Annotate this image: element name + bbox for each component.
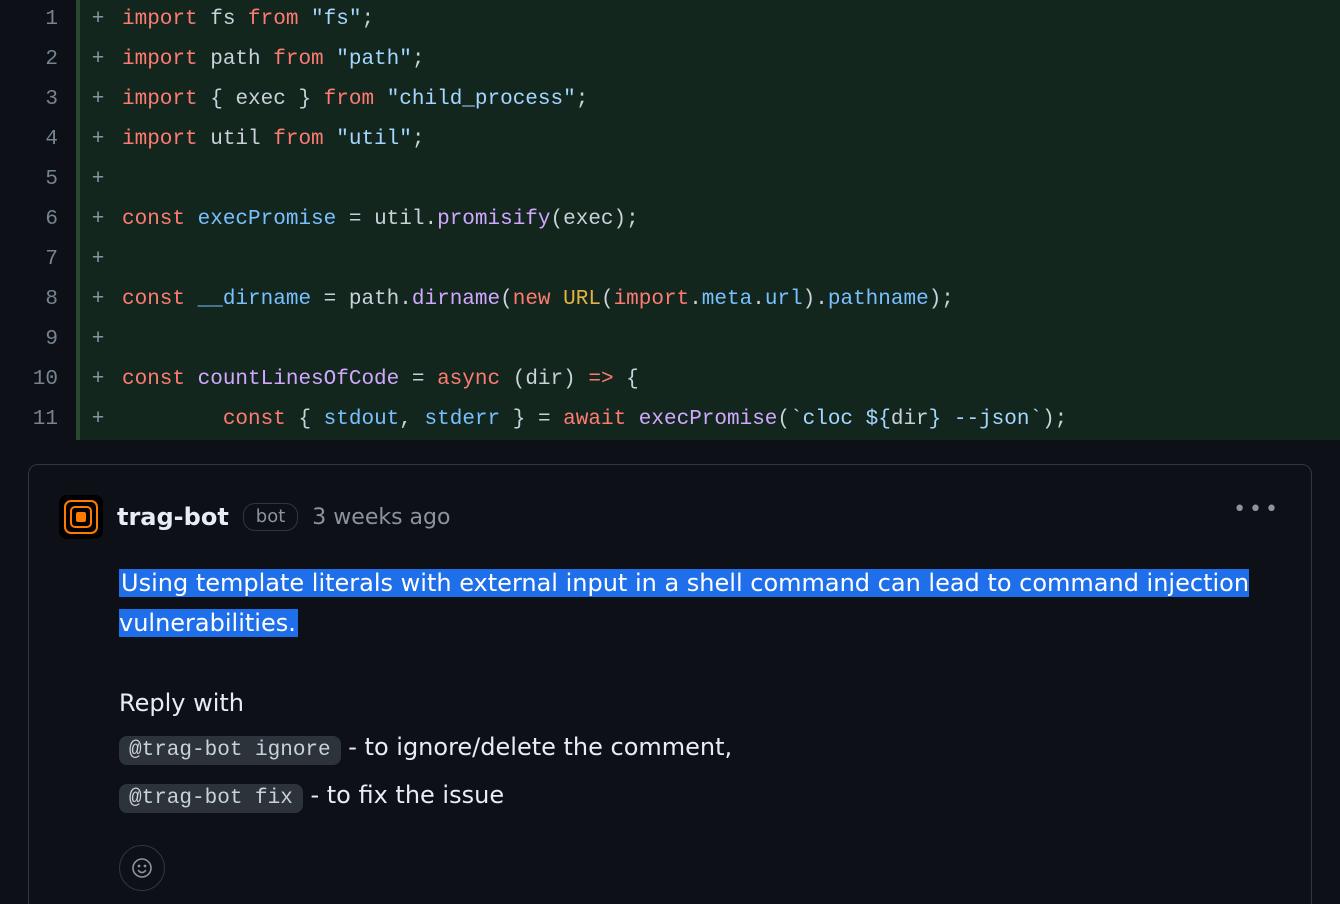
- code-content: import fs from "fs";: [116, 0, 1340, 40]
- diff-marker: +: [80, 240, 116, 280]
- code-content: [116, 320, 1340, 360]
- line-number: 5: [0, 160, 80, 200]
- code-content: const countLinesOfCode = async (dir) => …: [116, 360, 1340, 400]
- review-comment: trag-bot bot 3 weeks ago ••• Using templ…: [28, 464, 1312, 904]
- code-line[interactable]: 11+ const { stdout, stderr } = await exe…: [0, 400, 1340, 440]
- comment-timestamp[interactable]: 3 weeks ago: [312, 505, 450, 530]
- diff-block: 1+import fs from "fs";2+import path from…: [0, 0, 1340, 440]
- comment-actions-menu[interactable]: •••: [1233, 497, 1281, 522]
- reply-with-label: Reply with: [119, 683, 1281, 723]
- diff-marker: +: [80, 320, 116, 360]
- code-content: const __dirname = path.dirname(new URL(i…: [116, 280, 1340, 320]
- code-content: const execPromise = util.promisify(exec)…: [116, 200, 1340, 240]
- comment-main-text: Using template literals with external in…: [119, 563, 1281, 643]
- code-line[interactable]: 8+const __dirname = path.dirname(new URL…: [0, 280, 1340, 320]
- code-content: import util from "util";: [116, 120, 1340, 160]
- comment-header: trag-bot bot 3 weeks ago: [59, 495, 1281, 539]
- line-number: 9: [0, 320, 80, 360]
- diff-marker: +: [80, 280, 116, 320]
- comment-author[interactable]: trag-bot: [117, 503, 229, 531]
- diff-marker: +: [80, 160, 116, 200]
- line-number: 11: [0, 400, 80, 440]
- reply-command-code: @trag-bot fix: [119, 784, 303, 813]
- diff-marker: +: [80, 400, 116, 440]
- comment-body: Using template literals with external in…: [119, 563, 1281, 891]
- diff-marker: +: [80, 40, 116, 80]
- code-content: [116, 160, 1340, 200]
- reply-command-code: @trag-bot ignore: [119, 736, 341, 765]
- diff-marker: +: [80, 200, 116, 240]
- diff-marker: +: [80, 360, 116, 400]
- reply-command-desc: - to ignore/delete the comment,: [341, 733, 733, 761]
- code-content: import path from "path";: [116, 40, 1340, 80]
- reply-action-line: @trag-bot ignore - to ignore/delete the …: [119, 727, 1281, 771]
- diff-marker: +: [80, 0, 116, 40]
- code-line[interactable]: 3+import { exec } from "child_process";: [0, 80, 1340, 120]
- line-number: 1: [0, 0, 80, 40]
- bot-badge: bot: [243, 503, 299, 531]
- avatar[interactable]: [59, 495, 103, 539]
- code-line[interactable]: 10+const countLinesOfCode = async (dir) …: [0, 360, 1340, 400]
- code-content: [116, 240, 1340, 280]
- code-line[interactable]: 9+: [0, 320, 1340, 360]
- code-line[interactable]: 4+import util from "util";: [0, 120, 1340, 160]
- line-number: 4: [0, 120, 80, 160]
- code-line[interactable]: 5+: [0, 160, 1340, 200]
- add-reaction-button[interactable]: [119, 845, 165, 891]
- code-line[interactable]: 1+import fs from "fs";: [0, 0, 1340, 40]
- line-number: 8: [0, 280, 80, 320]
- reply-action-line: @trag-bot fix - to fix the issue: [119, 775, 1281, 819]
- line-number: 6: [0, 200, 80, 240]
- diff-marker: +: [80, 120, 116, 160]
- code-content: const { stdout, stderr } = await execPro…: [116, 400, 1340, 440]
- code-line[interactable]: 6+const execPromise = util.promisify(exe…: [0, 200, 1340, 240]
- line-number: 2: [0, 40, 80, 80]
- reply-command-desc: - to fix the issue: [303, 781, 504, 809]
- code-content: import { exec } from "child_process";: [116, 80, 1340, 120]
- line-number: 10: [0, 360, 80, 400]
- diff-marker: +: [80, 80, 116, 120]
- code-line[interactable]: 7+: [0, 240, 1340, 280]
- highlighted-warning: Using template literals with external in…: [119, 569, 1249, 637]
- line-number: 7: [0, 240, 80, 280]
- code-line[interactable]: 2+import path from "path";: [0, 40, 1340, 80]
- line-number: 3: [0, 80, 80, 120]
